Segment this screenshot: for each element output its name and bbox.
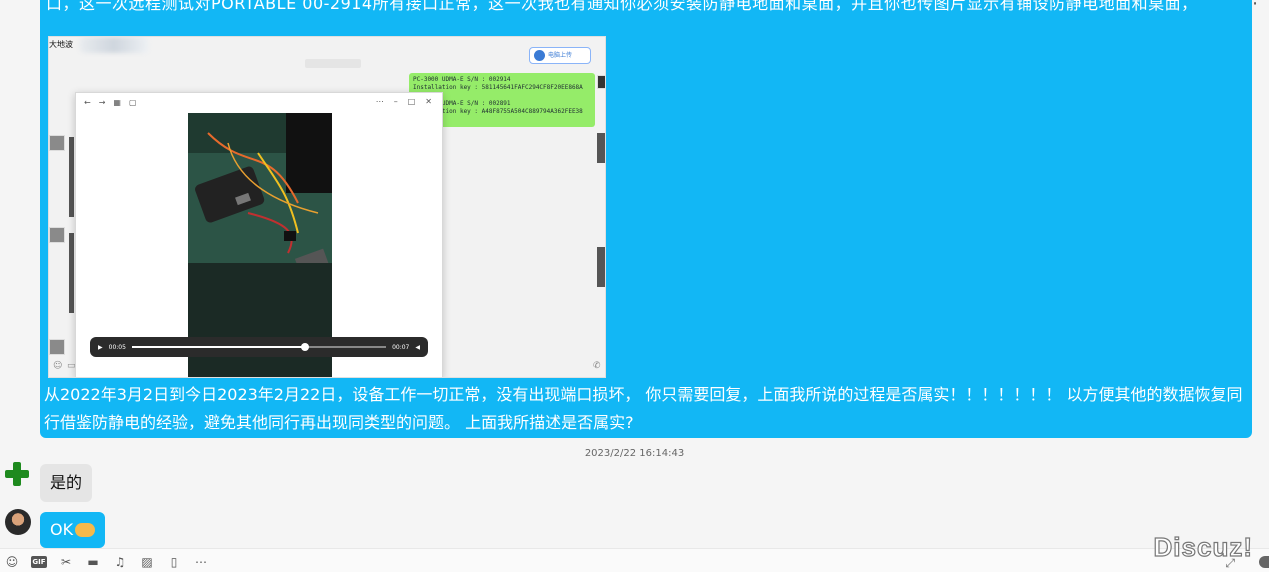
embedded-screenshot[interactable]: 大地波 电脑上传 PC-3000 UDMA-E S/N : 002914 Ins… bbox=[48, 36, 606, 378]
green-line: PC-3000 UDMA-E S/N : 002914 bbox=[413, 76, 511, 83]
emoji-icon[interactable]: ☺ bbox=[53, 361, 62, 371]
image-icon[interactable]: ▨ bbox=[139, 555, 155, 569]
folder-icon[interactable]: ▭ bbox=[67, 361, 76, 371]
save-icon[interactable]: ▢ bbox=[129, 98, 137, 107]
time-total: 00:07 bbox=[392, 343, 410, 351]
forward-icon[interactable]: → bbox=[99, 98, 106, 107]
avatar[interactable] bbox=[5, 462, 29, 486]
avatar-thumb bbox=[49, 339, 65, 355]
emoji-icon[interactable]: ☺ bbox=[4, 555, 20, 569]
handshake-icon bbox=[75, 523, 96, 537]
avatar-thumb bbox=[597, 75, 605, 89]
volume-icon[interactable]: ◀ bbox=[415, 344, 420, 351]
back-icon[interactable]: ← bbox=[84, 98, 91, 107]
avatar-thumb bbox=[49, 227, 65, 243]
seek-bar[interactable] bbox=[131, 343, 387, 351]
message-text-top: 口，这一次远程测试对PORTABLE 00-2914所有接口正常，这一次我也有通… bbox=[46, 0, 1198, 13]
message-text: 从2022年3月2日到今日2023年2月22日，设备工作一切正常，没有出现端口损… bbox=[44, 385, 1243, 432]
message-bubble-ok[interactable]: OK bbox=[40, 512, 106, 548]
close-icon[interactable]: ✕ bbox=[425, 97, 432, 106]
reply-text: 是的 bbox=[50, 473, 83, 492]
expand-icon[interactable]: ⤢ bbox=[1225, 556, 1235, 571]
maximize-icon[interactable]: □ bbox=[408, 97, 416, 106]
avatar[interactable] bbox=[5, 509, 31, 535]
avatar-thumb bbox=[49, 135, 65, 151]
input-toolbar: ☺ GIF ✂ ▬ ♫ ▨ ▯ ⋯ bbox=[0, 548, 1269, 572]
upload-label: 电脑上传 bbox=[548, 52, 573, 59]
image-thumb bbox=[69, 137, 74, 217]
more-icon[interactable]: ⋯ bbox=[376, 97, 384, 106]
more-icon[interactable]: ⋯ bbox=[193, 555, 209, 569]
image-thumb bbox=[69, 233, 74, 313]
folder-icon[interactable]: ▬ bbox=[85, 555, 101, 569]
cloud-icon bbox=[534, 50, 545, 61]
play-icon[interactable]: ▶ bbox=[98, 344, 103, 351]
screenshot-title: 大地波 bbox=[49, 40, 73, 49]
music-icon[interactable]: ♫ bbox=[112, 555, 128, 569]
scissors-icon[interactable]: ✂ bbox=[58, 555, 74, 569]
phone-icon[interactable]: ✆ bbox=[593, 361, 601, 371]
reply-text: OK bbox=[50, 520, 74, 539]
upload-button[interactable]: 电脑上传 bbox=[529, 47, 591, 64]
video-player-window[interactable]: ← → ▦ ▢ ⋯ – □ ✕ ▶ 00:05 00:07 ◀ bbox=[75, 92, 443, 377]
image-thumb bbox=[597, 247, 605, 287]
grid-icon[interactable]: ▦ bbox=[113, 98, 121, 107]
screenshot-chip bbox=[305, 59, 361, 68]
minimize-icon[interactable]: – bbox=[394, 97, 398, 106]
message-bubble-main[interactable]: 口，这一次远程测试对PORTABLE 00-2914所有接口正常，这一次我也有通… bbox=[40, 0, 1252, 438]
seek-knob[interactable] bbox=[300, 343, 309, 351]
chat-window: ✆ ▣ ⋯ 口，这一次远程测试对PORTABLE 00-2914所有接口正常，这… bbox=[0, 0, 1269, 572]
green-line: Installation key : 581145641FAFC294CF8F2… bbox=[413, 84, 583, 91]
gif-icon[interactable]: GIF bbox=[31, 556, 47, 568]
blurred-name bbox=[79, 37, 149, 53]
player-titlebar: ← → ▦ ▢ ⋯ – □ ✕ bbox=[76, 93, 442, 111]
image-thumb bbox=[597, 133, 605, 163]
screen-icon[interactable]: ▯ bbox=[166, 555, 182, 569]
timestamp: 2023/2/22 16:14:43 bbox=[584, 448, 685, 459]
side-handle[interactable] bbox=[1259, 556, 1269, 568]
video-controls[interactable]: ▶ 00:05 00:07 ◀ bbox=[90, 337, 428, 357]
seek-fill bbox=[131, 346, 305, 348]
watermark-logo: Discuz! bbox=[1153, 531, 1253, 562]
time-current: 00:05 bbox=[108, 343, 126, 351]
message-bubble-reply[interactable]: 是的 bbox=[40, 464, 93, 502]
